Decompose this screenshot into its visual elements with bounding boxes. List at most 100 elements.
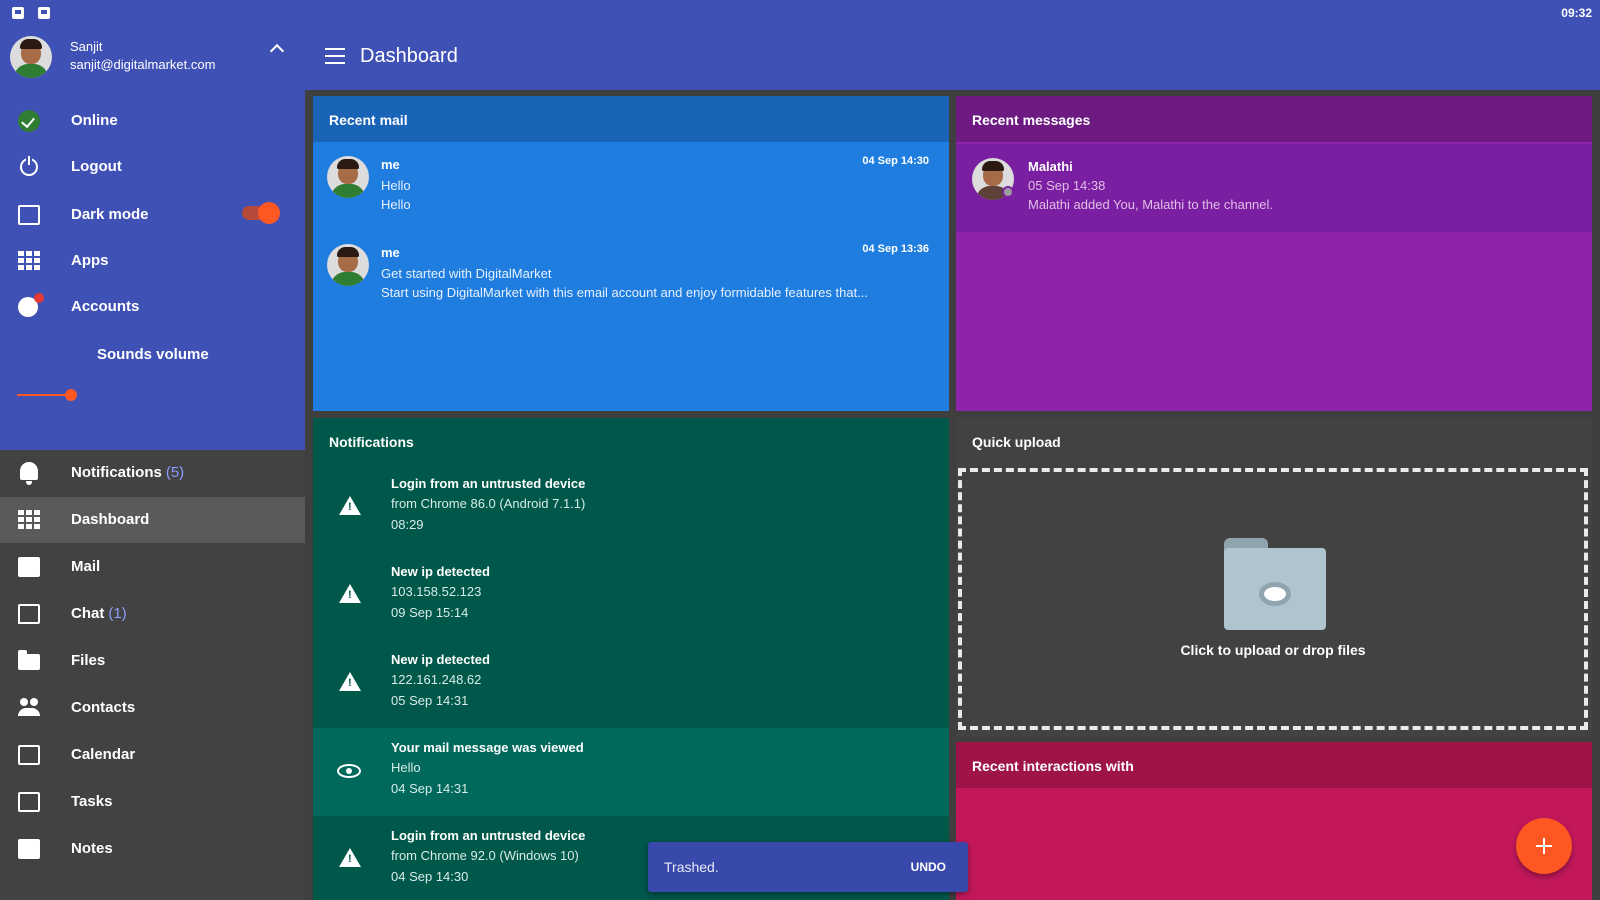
notification-time: 05 Sep 14:31 (391, 693, 469, 708)
power-icon (20, 156, 38, 176)
eye-icon (337, 764, 361, 778)
drawer-item-label: Dark mode (71, 206, 149, 223)
calendar-icon (18, 745, 40, 765)
drawer-item-accounts[interactable]: Accounts (0, 284, 305, 330)
chat-icon (18, 604, 40, 624)
notification-item[interactable]: New ip detected 122.161.248.62 05 Sep 14… (313, 640, 949, 728)
status-time: 09:32 (1561, 6, 1592, 20)
quick-upload-card: Quick upload Click to upload or drop fil… (956, 418, 1592, 736)
sidebar-item-label: Contacts (71, 699, 136, 716)
accounts-icon (18, 293, 44, 317)
notification-title: Your mail message was viewed (391, 740, 584, 755)
count-badge: (5) (165, 464, 185, 481)
warning-icon (339, 496, 361, 515)
mail-date: 04 Sep 14:30 (862, 155, 929, 167)
notification-detail: Hello (391, 760, 421, 775)
drawer-item-label: Apps (71, 252, 109, 269)
notifications-card: Notifications Login from an untrusted de… (313, 418, 949, 900)
avatar (327, 244, 369, 286)
sidebar-item-label: Mail (71, 558, 101, 575)
add-fab-button[interactable] (1516, 818, 1572, 874)
bell-icon (20, 462, 38, 485)
top-app-bar: Dashboard (305, 26, 1600, 90)
drawer-item-logout[interactable]: Logout (0, 144, 305, 190)
page-title: Dashboard (360, 45, 458, 67)
notification-time: 08:29 (391, 517, 424, 532)
sidebar-item-label: Tasks (71, 793, 113, 810)
account-switcher[interactable]: Sanjit sanjit@digitalmarket.com (10, 34, 300, 84)
warning-icon (339, 848, 361, 867)
mail-icon (18, 557, 40, 577)
sidebar-item-label: Notes (71, 840, 113, 857)
dashboard-icon (18, 510, 40, 530)
notification-item[interactable]: Your mail message was viewed Hello 04 Se… (313, 728, 949, 816)
drawer-item-label: Accounts (71, 298, 140, 315)
notification-item[interactable]: New ip detected 103.158.52.123 09 Sep 15… (313, 552, 949, 640)
notification-time: 09 Sep 15:14 (391, 605, 469, 620)
cloud-folder-icon (1224, 538, 1326, 630)
sidebar-item-chat[interactable]: Chat (1) (0, 591, 305, 637)
sidebar-item-mail[interactable]: Mail (0, 544, 305, 590)
sounds-volume-slider[interactable] (17, 387, 287, 403)
drawer-item-online[interactable]: Online (0, 98, 305, 144)
sidebar-item-dashboard[interactable]: Dashboard (0, 497, 305, 543)
display-icon (18, 205, 40, 225)
drawer-item-apps[interactable]: Apps (0, 238, 305, 284)
status-bar: 09:32 (0, 0, 1600, 26)
mail-subject: Hello (381, 178, 411, 193)
warning-icon (339, 672, 361, 691)
notification-title: New ip detected (391, 564, 490, 579)
drawer-item-label: Logout (71, 158, 122, 175)
notification-detail: from Chrome 86.0 (Android 7.1.1) (391, 496, 586, 511)
notes-icon (18, 839, 40, 859)
presence-status-icon (1002, 186, 1014, 198)
mail-sender: me (381, 157, 400, 172)
sidebar-item-label: Dashboard (71, 511, 150, 528)
count-badge: (1) (108, 605, 127, 622)
upload-dropzone[interactable]: Click to upload or drop files (958, 468, 1588, 730)
apps-grid-icon (18, 251, 40, 271)
notification-status-icon (38, 7, 50, 19)
sidebar-item-notes[interactable]: Notes (0, 826, 305, 872)
menu-icon[interactable] (325, 48, 345, 64)
message-date: 05 Sep 14:38 (1028, 178, 1106, 193)
navigation-drawer: Sanjit sanjit@digitalmarket.com Online L… (0, 26, 305, 900)
mail-list-item[interactable]: me 04 Sep 14:30 Hello Hello (313, 142, 949, 230)
avatar (327, 156, 369, 198)
slider-thumb[interactable] (65, 389, 77, 401)
warning-icon (339, 584, 361, 603)
drawer-item-label: Online (71, 112, 118, 129)
notification-time: 04 Sep 14:31 (391, 781, 469, 796)
dropzone-text: Click to upload or drop files (1180, 642, 1366, 658)
card-title: Recent messages (956, 96, 1592, 142)
card-title: Recent mail (313, 96, 949, 142)
sidebar-item-files[interactable]: Files (0, 638, 305, 684)
mail-preview: Hello (381, 197, 411, 212)
tasks-icon (18, 792, 40, 812)
recent-messages-card: Recent messages Malathi 05 Sep 14:38 Mal… (956, 96, 1592, 411)
notification-item[interactable]: Login from an untrusted device from Chro… (313, 464, 949, 552)
folder-icon (18, 650, 40, 670)
message-list-item[interactable]: Malathi 05 Sep 14:38 Malathi added You, … (956, 144, 1592, 232)
sidebar-item-label: Files (71, 652, 106, 669)
notification-title: New ip detected (391, 652, 490, 667)
message-sender: Malathi (1028, 159, 1073, 174)
snackbar: Trashed. UNDO (648, 842, 968, 892)
dark-mode-toggle[interactable] (242, 202, 280, 224)
notification-detail: from Chrome 92.0 (Windows 10) (391, 848, 579, 863)
mail-preview: Start using DigitalMarket with this emai… (381, 285, 869, 300)
card-title: Quick upload (972, 434, 1061, 450)
avatar (10, 36, 52, 78)
sidebar-item-notifications[interactable]: Notifications (5) (0, 450, 305, 496)
undo-button[interactable]: UNDO (911, 860, 946, 874)
recent-mail-card: Recent mail me 04 Sep 14:30 Hello Hello … (313, 96, 949, 411)
sidebar-item-calendar[interactable]: Calendar (0, 732, 305, 778)
sidebar-item-tasks[interactable]: Tasks (0, 779, 305, 825)
chevron-up-icon[interactable] (269, 43, 285, 59)
drawer-item-dark-mode[interactable]: Dark mode (0, 192, 305, 238)
mail-list-item[interactable]: me 04 Sep 13:36 Get started with Digital… (313, 230, 949, 318)
sidebar-item-contacts[interactable]: Contacts (0, 685, 305, 731)
account-name: Sanjit (70, 39, 103, 54)
mail-sender: me (381, 245, 400, 260)
contacts-icon (18, 698, 40, 718)
